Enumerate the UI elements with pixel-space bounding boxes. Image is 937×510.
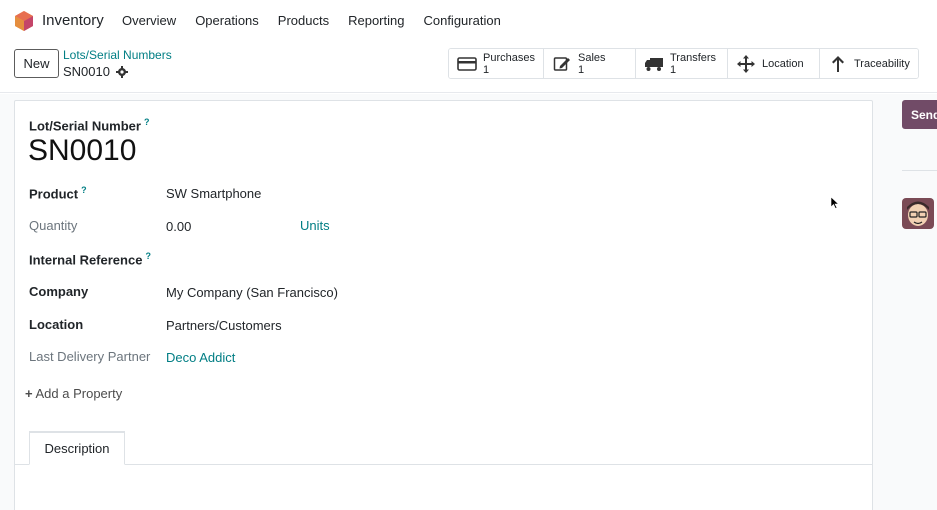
- menu-operations[interactable]: Operations: [195, 13, 259, 28]
- help-icon[interactable]: ?: [144, 117, 150, 127]
- truck-icon: [644, 55, 664, 73]
- product-field[interactable]: SW Smartphone: [166, 186, 261, 201]
- sales-count: 1: [578, 63, 585, 76]
- lot-serial-number-label: Lot/Serial Number?: [29, 117, 149, 133]
- mouse-cursor-icon: [831, 197, 839, 209]
- location-label: Location: [762, 57, 804, 70]
- internal-reference-label: Internal Reference?: [29, 251, 151, 267]
- traceability-smart-button[interactable]: Traceability: [820, 49, 918, 78]
- top-navbar: Inventory Overview Operations Products R…: [0, 0, 937, 41]
- company-label: Company: [29, 284, 89, 299]
- form-sheet: [14, 100, 873, 510]
- last-delivery-partner-link[interactable]: Deco Addict: [166, 350, 235, 365]
- sales-smart-button[interactable]: Sales 1: [544, 49, 636, 78]
- plus-icon: +: [25, 386, 33, 401]
- send-message-button[interactable]: Send: [902, 100, 937, 129]
- app-name[interactable]: Inventory: [42, 12, 104, 29]
- arrow-up-icon: [828, 55, 848, 73]
- lot-serial-number-label-text: Lot/Serial Number: [29, 118, 141, 134]
- control-panel: New Lots/Serial Numbers SN0010 Purchases…: [0, 41, 937, 93]
- breadcrumb-current: SN0010: [63, 64, 128, 79]
- breadcrumb-current-label: SN0010: [63, 64, 110, 79]
- purchases-count: 1: [483, 63, 490, 76]
- smart-buttons: Purchases 1 Sales 1 Transfers 1 Location…: [448, 48, 919, 79]
- product-label: Product?: [29, 185, 87, 201]
- product-label-text: Product: [29, 186, 79, 202]
- chatter-divider: [902, 170, 937, 171]
- credit-card-icon: [457, 55, 477, 73]
- transfers-smart-button[interactable]: Transfers 1: [636, 49, 728, 78]
- avatar[interactable]: [902, 198, 934, 229]
- location-smart-button[interactable]: Location: [728, 49, 820, 78]
- sales-label: Sales: [578, 51, 606, 64]
- purchases-smart-button[interactable]: Purchases 1: [449, 49, 544, 78]
- new-button[interactable]: New: [14, 49, 59, 78]
- quantity-value: 0.00: [166, 219, 192, 234]
- internal-reference-label-text: Internal Reference: [29, 252, 143, 268]
- add-property-label: Add a Property: [35, 386, 123, 401]
- lot-serial-number-field[interactable]: SN0010: [28, 134, 136, 168]
- menu-products[interactable]: Products: [278, 13, 329, 28]
- edit-icon: [552, 55, 572, 73]
- location-field[interactable]: Partners/Customers: [166, 318, 282, 333]
- purchases-label: Purchases: [483, 51, 535, 64]
- company-field[interactable]: My Company (San Francisco): [166, 285, 338, 300]
- add-property-button[interactable]: + Add a Property: [25, 386, 122, 401]
- quantity-unit-link[interactable]: Units: [300, 218, 330, 233]
- internal-reference-field[interactable]: [166, 251, 566, 267]
- inventory-app-icon[interactable]: [14, 10, 34, 32]
- gear-icon[interactable]: [115, 65, 128, 78]
- menu-overview[interactable]: Overview: [122, 13, 176, 28]
- move-arrows-icon: [736, 54, 756, 73]
- location-field-label: Location: [29, 317, 84, 332]
- tabs-divider: [14, 464, 873, 465]
- main-menu: Overview Operations Products Reporting C…: [122, 13, 501, 28]
- menu-reporting[interactable]: Reporting: [348, 13, 404, 28]
- transfers-count: 1: [670, 63, 677, 76]
- transfers-label: Transfers: [670, 51, 717, 64]
- internal-reference-help-icon[interactable]: ?: [145, 251, 151, 261]
- last-delivery-partner-label: Last Delivery Partner: [29, 349, 151, 364]
- product-help-icon[interactable]: ?: [81, 185, 87, 195]
- traceability-label: Traceability: [854, 57, 910, 70]
- quantity-label: Quantity: [29, 218, 78, 233]
- menu-configuration[interactable]: Configuration: [423, 13, 500, 28]
- breadcrumb-parent[interactable]: Lots/Serial Numbers: [63, 48, 172, 62]
- tab-description[interactable]: Description: [29, 431, 125, 465]
